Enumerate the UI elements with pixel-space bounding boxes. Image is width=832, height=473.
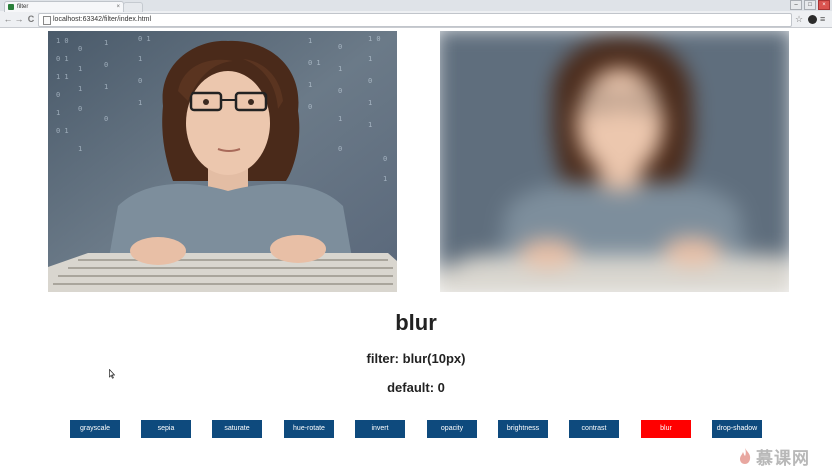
- forward-button[interactable]: →: [14, 14, 24, 24]
- tab-favicon-icon: [8, 4, 14, 10]
- filter-button-row: grayscale sepia saturate hue-rotate inve…: [0, 420, 832, 438]
- svg-text:1 1: 1 1: [56, 73, 69, 81]
- svg-text:1: 1: [78, 65, 82, 73]
- svg-text:1: 1: [104, 39, 108, 47]
- watermark-text: 慕课网: [756, 448, 810, 468]
- svg-text:1: 1: [338, 65, 342, 73]
- svg-text:1: 1: [368, 55, 372, 63]
- svg-text:1: 1: [308, 81, 312, 89]
- svg-text:0 1: 0 1: [138, 35, 151, 43]
- url-text[interactable]: localhost:63342/filter/index.html: [53, 14, 151, 26]
- svg-text:0: 0: [383, 155, 387, 163]
- filtered-image: [440, 31, 789, 292]
- filter-value-text: filter: blur(10px): [366, 351, 466, 366]
- invert-button[interactable]: invert: [355, 420, 405, 438]
- mouse-cursor-icon: [109, 369, 115, 379]
- svg-text:0 1: 0 1: [56, 127, 69, 135]
- drop-shadow-button[interactable]: drop-shadow: [712, 420, 762, 438]
- minimize-button[interactable]: –: [790, 0, 802, 10]
- svg-text:1: 1: [104, 83, 108, 91]
- tab-close-icon[interactable]: ×: [116, 2, 120, 12]
- flame-logo-icon: [740, 448, 751, 464]
- extension-icon[interactable]: [808, 15, 817, 24]
- svg-text:1: 1: [368, 121, 372, 129]
- browser-chrome: filter × – □ × ← → C localhost:63342/fil…: [0, 0, 832, 28]
- tab-title: filter: [17, 4, 29, 10]
- filter-name-heading: blur: [395, 310, 437, 335]
- opacity-button[interactable]: opacity: [427, 420, 477, 438]
- boy-at-keyboard-photo: [440, 31, 789, 292]
- filter-default-text: default: 0: [387, 380, 445, 395]
- saturate-button[interactable]: saturate: [212, 420, 262, 438]
- maximize-button[interactable]: □: [804, 0, 816, 10]
- svg-text:0: 0: [104, 61, 108, 69]
- svg-text:0: 0: [368, 77, 372, 85]
- svg-text:1: 1: [138, 99, 142, 107]
- browser-tab[interactable]: filter ×: [4, 1, 124, 12]
- svg-text:1: 1: [78, 85, 82, 93]
- window-controls: – □ ×: [790, 0, 830, 10]
- original-image: 1 0 0 1 1 1 0 1 0 1 0 1 1 0 1 1 0 1 0 0 1 1 0 1 1 0 1 1 0 …: [48, 31, 397, 292]
- blur-button[interactable]: blur: [641, 420, 691, 438]
- svg-text:0: 0: [78, 105, 82, 113]
- svg-text:1: 1: [383, 175, 387, 183]
- svg-text:1: 1: [308, 37, 312, 45]
- hue-rotate-button[interactable]: hue-rotate: [284, 420, 334, 438]
- svg-text:0: 0: [56, 91, 60, 99]
- svg-text:1: 1: [56, 109, 60, 117]
- page-icon: [43, 16, 51, 25]
- svg-text:0 1: 0 1: [308, 59, 321, 67]
- svg-text:0 1: 0 1: [56, 55, 69, 63]
- close-window-button[interactable]: ×: [818, 0, 830, 10]
- watermark: 慕课网: [738, 444, 810, 468]
- tab-strip: filter × – □ ×: [0, 0, 832, 12]
- svg-text:0: 0: [308, 103, 312, 111]
- back-button[interactable]: ←: [3, 14, 13, 24]
- svg-text:1: 1: [338, 115, 342, 123]
- browser-menu-icon[interactable]: ≡: [820, 14, 825, 24]
- svg-text:0: 0: [338, 145, 342, 153]
- boy-at-keyboard-photo: 1 0 0 1 1 1 0 1 0 1 0 1 1 0 1 1 0 1 0 0 1 1 0 1 1 0 1 1 0 …: [48, 31, 397, 292]
- new-tab-button[interactable]: [123, 2, 143, 12]
- bookmark-star-icon[interactable]: ☆: [795, 14, 803, 24]
- contrast-button[interactable]: contrast: [569, 420, 619, 438]
- address-bar[interactable]: localhost:63342/filter/index.html: [38, 13, 792, 27]
- svg-text:1: 1: [78, 145, 82, 153]
- svg-text:0: 0: [104, 115, 108, 123]
- reload-button[interactable]: C: [26, 14, 36, 24]
- svg-text:1: 1: [368, 99, 372, 107]
- svg-text:0: 0: [78, 45, 82, 53]
- svg-text:1: 1: [138, 55, 142, 63]
- brightness-button[interactable]: brightness: [498, 420, 548, 438]
- sepia-button[interactable]: sepia: [141, 420, 191, 438]
- svg-text:0: 0: [338, 87, 342, 95]
- grayscale-button[interactable]: grayscale: [70, 420, 120, 438]
- svg-text:0: 0: [338, 43, 342, 51]
- browser-toolbar: ← → C localhost:63342/filter/index.html …: [0, 12, 832, 27]
- svg-text:1 0: 1 0: [56, 37, 69, 45]
- svg-text:0: 0: [138, 77, 142, 85]
- svg-text:1 0: 1 0: [368, 35, 381, 43]
